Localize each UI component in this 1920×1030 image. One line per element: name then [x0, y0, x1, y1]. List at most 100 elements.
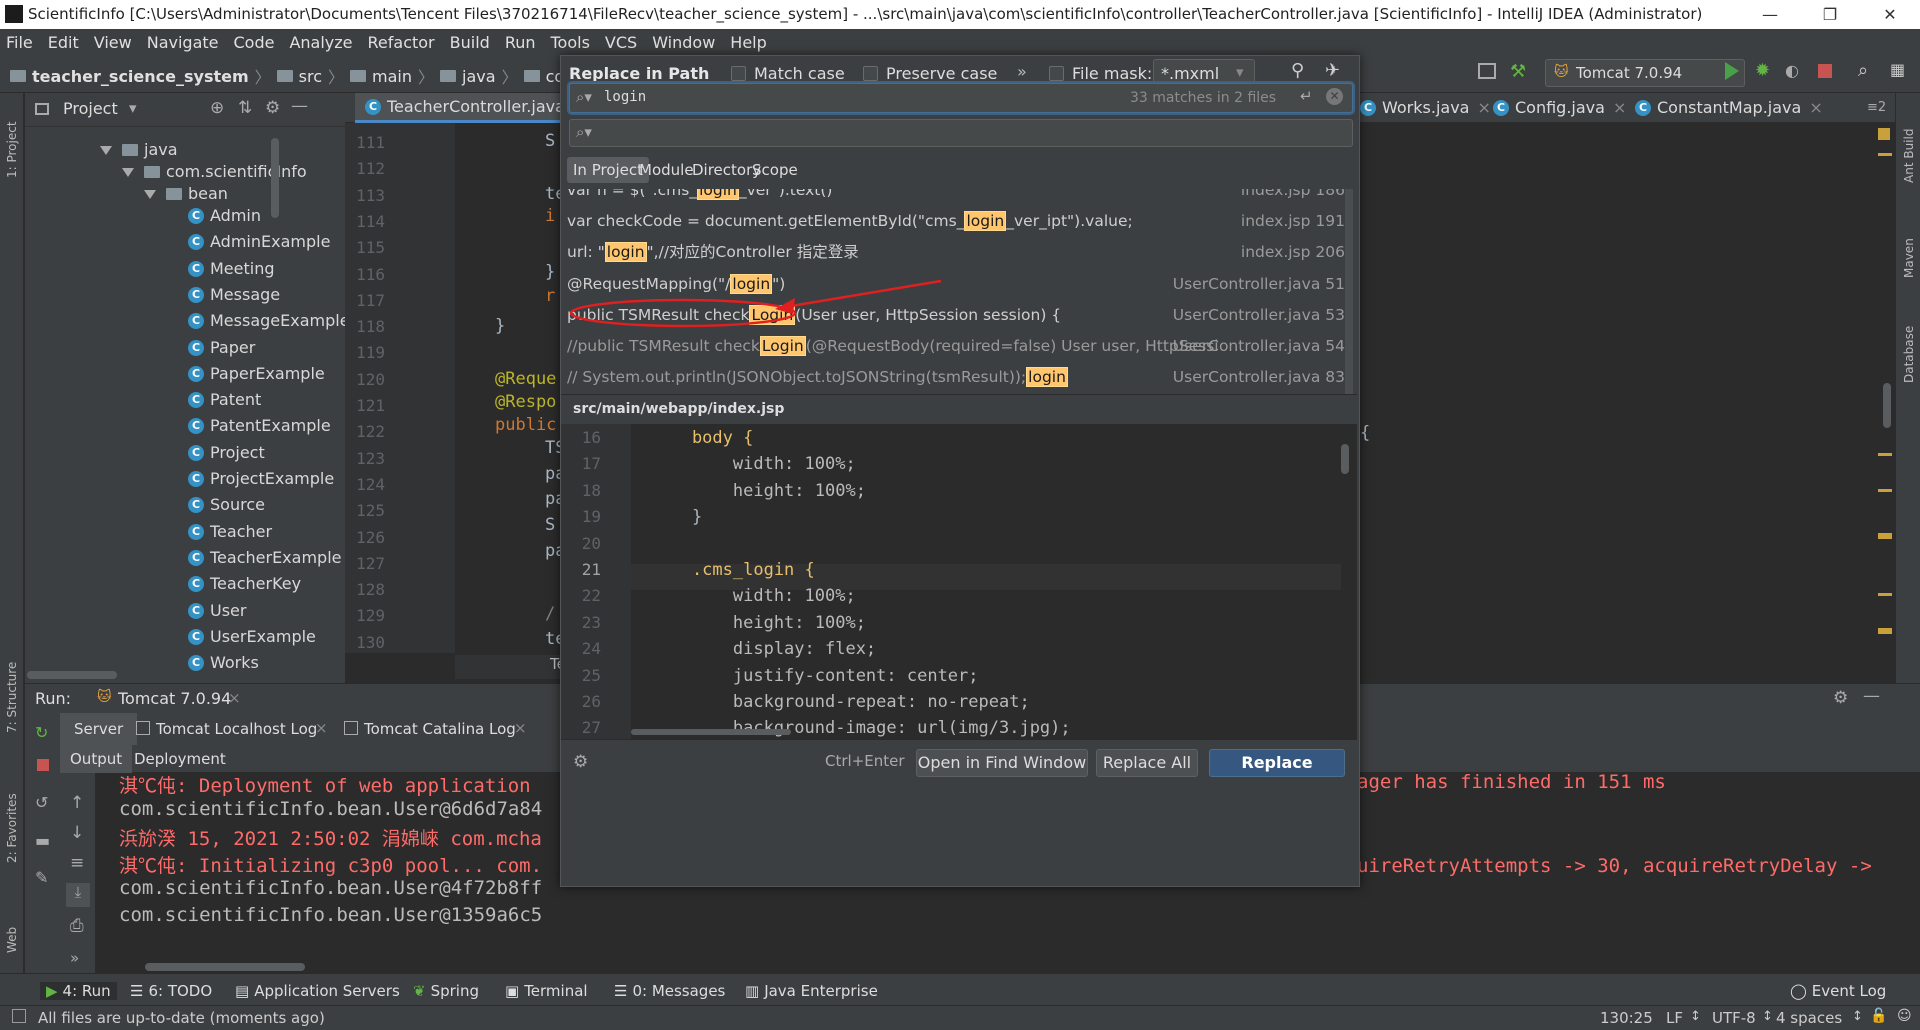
- debug-bug-icon[interactable]: ✹: [1755, 60, 1770, 81]
- minimize-button[interactable]: —: [1740, 0, 1800, 29]
- scroll-marker[interactable]: [1878, 628, 1892, 634]
- scroll-marker[interactable]: [1878, 453, 1892, 456]
- replace-button[interactable]: Replace: [1209, 749, 1345, 777]
- settings-gear-icon[interactable]: ⚙: [1833, 688, 1848, 708]
- scope-directory[interactable]: Directory: [692, 157, 761, 183]
- collapse-all-icon[interactable]: ⇅: [238, 98, 252, 118]
- search-result-row[interactable]: var n = $(".cms_ login _ver").text() index.…: [561, 189, 1357, 206]
- search-result-row[interactable]: url: " login ",//对应的Controller 指定登录 index.j…: [561, 237, 1357, 268]
- menu-analyze[interactable]: Analyze: [289, 33, 352, 52]
- expand-arrow-icon[interactable]: [100, 145, 112, 155]
- close-tab-icon[interactable]: ×: [228, 689, 241, 707]
- run-icon[interactable]: [1725, 62, 1739, 80]
- menu-edit[interactable]: Edit: [48, 33, 79, 52]
- tree-node-class[interactable]: C PaperExample: [188, 361, 325, 387]
- close-tab-icon[interactable]: ×: [315, 719, 328, 737]
- ant-build-tool-button[interactable]: Ant Build: [1902, 129, 1916, 183]
- tree-node-class[interactable]: C MessageExample: [188, 308, 350, 334]
- breadcrumb-main[interactable]: main: [372, 67, 412, 86]
- tab-tomcat-localhost-log[interactable]: Tomcat Localhost Log: [156, 720, 317, 738]
- tool-run[interactable]: ▶ 4: Run: [40, 982, 117, 1000]
- newline-icon[interactable]: ↵: [1300, 87, 1313, 105]
- inspector-icon[interactable]: ☺: [1897, 1008, 1912, 1024]
- stop-icon[interactable]: [37, 759, 49, 771]
- tree-node-class[interactable]: C AdminExample: [188, 229, 330, 255]
- line-separator[interactable]: LF: [1666, 1009, 1683, 1027]
- scroll-to-end-icon[interactable]: ⤓: [66, 883, 90, 907]
- scope-custom[interactable]: Scope: [752, 157, 798, 183]
- layout-icon[interactable]: [1478, 63, 1496, 79]
- open-in-find-window-button[interactable]: Open in Find Window: [916, 749, 1088, 777]
- tree-node-class[interactable]: C Paper: [188, 335, 255, 361]
- tool-event-log[interactable]: ◯ Event Log: [1790, 982, 1886, 1000]
- preview-scrollbar[interactable]: [1341, 444, 1349, 474]
- web-tool-button[interactable]: Web: [5, 927, 19, 953]
- checkbox-box[interactable]: [1049, 66, 1064, 81]
- breadcrumb-src[interactable]: src: [299, 67, 322, 86]
- filter-icon[interactable]: ⚲: [1291, 60, 1304, 81]
- file-encoding[interactable]: UTF-8: [1712, 1009, 1756, 1027]
- menu-help[interactable]: Help: [730, 33, 766, 52]
- close-tab-icon[interactable]: ×: [514, 719, 527, 737]
- tree-node-class[interactable]: C ProjectExample: [188, 466, 334, 492]
- scroll-marker[interactable]: [1878, 153, 1892, 156]
- tree-node-class[interactable]: C Works: [188, 650, 259, 676]
- tab-constantmap[interactable]: C ConstantMap.java ×: [1635, 93, 1823, 123]
- tree-node-class[interactable]: C Meeting: [188, 256, 275, 282]
- breadcrumb-java[interactable]: java: [462, 67, 496, 86]
- tool-java-enterprise[interactable]: ▥ Java Enterprise: [745, 982, 878, 1000]
- clear-search-icon[interactable]: ✕: [1326, 88, 1343, 105]
- search-icon[interactable]: ⌕▾: [576, 123, 592, 141]
- pin-icon[interactable]: ✈: [1325, 60, 1340, 81]
- menu-view[interactable]: View: [94, 33, 132, 52]
- indent-setting[interactable]: 4 spaces: [1776, 1009, 1842, 1027]
- tree-node-class[interactable]: C Teacher: [188, 519, 272, 545]
- tree-node-class[interactable]: C Source: [188, 492, 265, 518]
- more-icon[interactable]: »: [70, 949, 79, 967]
- settings-gear-icon[interactable]: ⚙: [573, 752, 588, 772]
- menu-navigate[interactable]: Navigate: [147, 33, 219, 52]
- menu-build[interactable]: Build: [450, 33, 490, 52]
- coverage-icon[interactable]: ◐: [1785, 61, 1799, 80]
- menu-refactor[interactable]: Refactor: [368, 33, 435, 52]
- search-field[interactable]: ⌕▾ login 33 matches in 2 files ↵ ✕: [569, 83, 1353, 113]
- close-tab-icon[interactable]: ×: [1477, 93, 1490, 123]
- expand-arrow-icon[interactable]: [144, 189, 156, 199]
- tab-deployment[interactable]: Deployment: [134, 750, 226, 768]
- results-scrollbar[interactable]: [1345, 189, 1353, 394]
- menu-vcs[interactable]: VCS: [605, 33, 637, 52]
- close-tab-icon[interactable]: ×: [1613, 93, 1626, 123]
- tab-server[interactable]: Server: [60, 713, 138, 745]
- tree-node-class[interactable]: C UserExample: [188, 624, 316, 650]
- search-everywhere-icon[interactable]: ⌕: [1858, 60, 1868, 81]
- database-tool-button[interactable]: Database: [1902, 326, 1916, 383]
- tab-output[interactable]: Output: [60, 745, 133, 773]
- rerun-icon[interactable]: ↻: [35, 723, 48, 742]
- search-result-row[interactable]: // System.out.println(JSONObject.toJSONS…: [561, 362, 1357, 393]
- menu-window[interactable]: Window: [652, 33, 715, 52]
- tree-node-class[interactable]: C TeacherExample: [188, 545, 341, 571]
- project-structure-icon[interactable]: ▦: [1890, 60, 1905, 79]
- breadcrumb-project[interactable]: teacher_science_system: [32, 67, 249, 86]
- print-icon[interactable]: ⎙: [70, 916, 84, 936]
- close-tab-icon[interactable]: ×: [1809, 93, 1822, 123]
- maven-tool-button[interactable]: Maven: [1902, 238, 1916, 278]
- menu-file[interactable]: File: [6, 33, 33, 52]
- build-hammer-icon[interactable]: ⚒: [1510, 61, 1526, 82]
- file-mask-checkbox[interactable]: File mask:: [1049, 64, 1152, 83]
- more-options-button[interactable]: »: [1017, 62, 1027, 81]
- search-input[interactable]: login: [604, 89, 646, 105]
- warning-indicator-icon[interactable]: [1878, 128, 1890, 140]
- checkbox-box[interactable]: [731, 66, 746, 81]
- error-stripe[interactable]: [1875, 123, 1895, 653]
- layout-icon[interactable]: ▬: [35, 831, 50, 850]
- replace-all-button[interactable]: Replace All: [1096, 749, 1198, 777]
- lock-icon[interactable]: 🔓: [1870, 1008, 1887, 1024]
- project-horizontal-scrollbar[interactable]: [27, 671, 117, 679]
- search-result-row[interactable]: var checkCode = document.getElementById(…: [561, 206, 1357, 237]
- scroll-down-icon[interactable]: ↓: [70, 823, 84, 843]
- replace-field[interactable]: ⌕▾: [569, 119, 1353, 147]
- status-toggle-icon[interactable]: [12, 1009, 26, 1023]
- tree-node-class[interactable]: C Admin: [188, 203, 261, 229]
- tree-node-class[interactable]: C Project: [188, 440, 265, 466]
